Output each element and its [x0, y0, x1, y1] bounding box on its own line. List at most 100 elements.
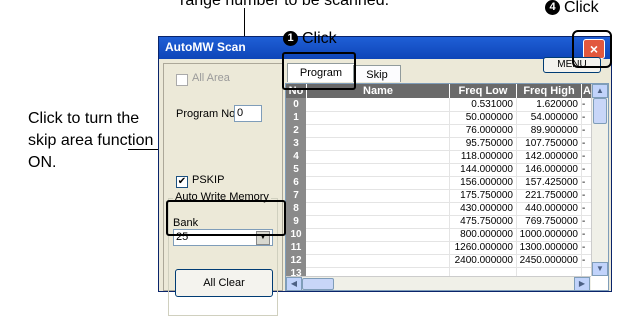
a-cell: -: [582, 138, 586, 149]
a-cell: -: [582, 242, 586, 253]
row-number: 5: [286, 163, 306, 176]
freq-high-cell: 107.750000: [517, 137, 582, 150]
pskip-label: PSKIP: [192, 174, 225, 186]
name-cell: [307, 202, 450, 215]
table-row[interactable]: 1 50.000000 54.000000-: [286, 111, 591, 125]
window-title: AutoMW Scan: [165, 40, 246, 54]
name-cell: [307, 137, 450, 150]
table-row[interactable]: 7 175.750000 221.750000-: [286, 189, 591, 203]
row-number: 6: [286, 176, 306, 189]
row-number: 3: [286, 137, 306, 150]
all-area-label: All Area: [192, 72, 230, 84]
tab-skip-area[interactable]: Skip Area: [353, 65, 401, 99]
step1-text: Click: [302, 30, 337, 47]
freq-high-cell: 440.000000: [517, 202, 582, 215]
name-cell: [307, 150, 450, 163]
freq-high-cell: 221.750000: [517, 189, 582, 202]
skip-area-annotation: Click to turn the skip area function ON.: [28, 110, 154, 171]
name-cell: [307, 111, 450, 124]
freq-high-cell: 142.000000: [517, 150, 582, 163]
table-row[interactable]: 4 118.000000 142.000000-: [286, 150, 591, 164]
program-no-input[interactable]: 0: [234, 105, 262, 122]
table-row[interactable]: 6 156.000000 157.425000-: [286, 176, 591, 190]
automw-scan-window: AutoMW Scan × All Area Program No 0 ✔ PS…: [158, 36, 612, 316]
scroll-up-icon[interactable]: ▲: [592, 84, 608, 98]
table-row[interactable]: 3 95.750000 107.750000-: [286, 137, 591, 151]
freq-high-cell: 54.000000: [517, 111, 582, 124]
pskip-checkbox[interactable]: ✔: [176, 176, 188, 188]
table-row[interactable]: 12 2400.000000 2450.000000-: [286, 254, 591, 268]
all-clear-button[interactable]: All Clear: [175, 269, 273, 297]
freq-low-cell: 800.000000: [450, 228, 517, 241]
channel-grid: No Name Freq Low Freq High A 0 0.531000 1.…: [285, 83, 609, 291]
freq-low-cell: 118.000000: [450, 150, 517, 163]
freq-low-cell: 156.000000: [450, 176, 517, 189]
vertical-scrollbar[interactable]: ▲ ▼: [591, 84, 608, 276]
row-number: 11: [286, 241, 306, 254]
a-cell: -: [582, 255, 586, 266]
scroll-right-icon[interactable]: ▶: [574, 277, 590, 290]
horizontal-scroll-thumb[interactable]: [302, 278, 334, 290]
table-row[interactable]: 2 76.000000 89.900000-: [286, 124, 591, 138]
row-number: 0: [286, 98, 306, 111]
table-row[interactable]: 9 475.750000 769.750000-: [286, 215, 591, 229]
bank-highlight: [166, 200, 286, 236]
name-cell: [307, 163, 450, 176]
header-freq-low: Freq Low: [450, 84, 517, 98]
table-row[interactable]: 5 144.000000 146.000000-: [286, 163, 591, 177]
name-cell: [307, 189, 450, 202]
all-area-checkbox[interactable]: [176, 74, 188, 86]
freq-low-cell: 175.750000: [450, 189, 517, 202]
a-cell: -: [582, 112, 586, 123]
a-cell: -: [582, 203, 586, 214]
freq-low-cell: 1260.000000: [450, 241, 517, 254]
title-bar: AutoMW Scan ×: [159, 37, 611, 59]
top-annotation-text: range number to be scanned.: [180, 0, 390, 9]
a-cell: -: [582, 216, 586, 227]
name-cell: [307, 228, 450, 241]
a-cell: -: [582, 177, 586, 188]
table-row[interactable]: 11 1260.000000 1300.000000-: [286, 241, 591, 255]
freq-high-cell: 146.000000: [517, 163, 582, 176]
row-number: 9: [286, 215, 306, 228]
name-cell: [307, 254, 450, 267]
a-cell: -: [582, 164, 586, 175]
freq-high-cell: 157.425000: [517, 176, 582, 189]
row-number: 1: [286, 111, 306, 124]
a-cell: -: [582, 99, 586, 110]
freq-low-cell: 475.750000: [450, 215, 517, 228]
freq-high-cell: 769.750000: [517, 215, 582, 228]
step4-callout: 4 Click: [545, 0, 599, 17]
step1-callout: 1 Click: [283, 30, 337, 48]
freq-low-cell: 430.000000: [450, 202, 517, 215]
freq-high-cell: 1.620000: [517, 98, 582, 111]
freq-low-cell: 50.000000: [450, 111, 517, 124]
scroll-left-icon[interactable]: ◀: [286, 277, 302, 290]
close-highlight: [572, 30, 612, 68]
header-freq-high: Freq High: [517, 84, 582, 98]
program-no-label: Program No: [176, 108, 236, 120]
row-number: 12: [286, 254, 306, 267]
row-number: 10: [286, 228, 306, 241]
table-row[interactable]: 10 800.000000 1000.000000-: [286, 228, 591, 242]
horizontal-scrollbar[interactable]: ◀ ▶: [286, 276, 591, 290]
name-cell: [307, 241, 450, 254]
table-row[interactable]: 0 0.531000 1.620000-: [286, 98, 591, 112]
a-cell: -: [582, 151, 586, 162]
freq-high-cell: 1300.000000: [517, 241, 582, 254]
scroll-down-icon[interactable]: ▼: [592, 262, 608, 276]
freq-low-cell: 95.750000: [450, 137, 517, 150]
step1-number: 1: [283, 31, 298, 46]
name-cell: [307, 124, 450, 137]
a-cell: -: [582, 229, 586, 240]
vertical-scroll-thumb[interactable]: [593, 98, 607, 124]
freq-high-cell: 1000.000000: [517, 228, 582, 241]
name-cell: [307, 98, 450, 111]
table-row[interactable]: 8 430.000000 440.000000-: [286, 202, 591, 216]
row-number: 7: [286, 189, 306, 202]
name-cell: [307, 176, 450, 189]
row-number: 2: [286, 124, 306, 137]
name-cell: [307, 215, 450, 228]
step4-text: Click: [564, 0, 599, 16]
freq-high-cell: 89.900000: [517, 124, 582, 137]
